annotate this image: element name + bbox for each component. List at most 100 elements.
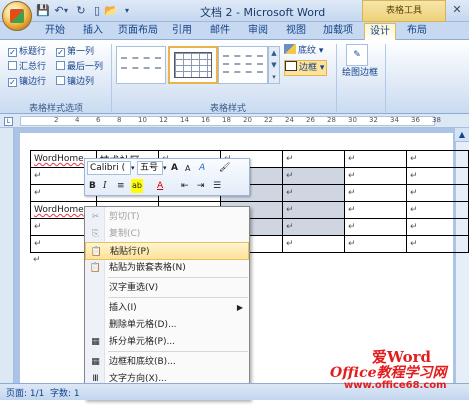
menu-item-label: 边框和底纹(B)... — [109, 357, 176, 367]
office-logo-icon — [10, 9, 24, 23]
undo-dropdown-icon[interactable]: ▾ — [62, 4, 70, 18]
table-cell[interactable]: ↵ — [343, 235, 407, 253]
menu-item-label: 插入(I) — [109, 303, 137, 313]
gallery-more-icon[interactable]: ▾ — [269, 71, 279, 83]
open-icon[interactable]: 📂 — [104, 4, 118, 18]
tab-design[interactable]: 设计 — [364, 23, 396, 40]
table-cell[interactable]: ↵ — [405, 218, 469, 236]
borders-button[interactable]: 边框 ▾ — [284, 60, 328, 76]
table-cell[interactable]: ↵ — [281, 218, 345, 236]
tab-layout[interactable]: 布局 — [400, 23, 434, 39]
table-cell[interactable]: ↵ — [343, 218, 407, 236]
draw-borders-label[interactable]: 绘图边框 — [340, 68, 380, 79]
table-cell[interactable]: ↵ — [405, 235, 469, 253]
office-button[interactable] — [2, 1, 32, 31]
menu-item-paste-rows[interactable]: 📋 粘贴行(P) — [85, 242, 249, 260]
bullets-icon[interactable]: ☰ — [213, 179, 221, 193]
shrink-font-icon[interactable]: A — [185, 162, 190, 176]
font-dropdown-icon[interactable]: ▾ — [131, 161, 135, 175]
shading-button[interactable]: 底纹 ▾ — [284, 44, 323, 58]
menu-item-delete-cells[interactable]: 删除单元格(D)... — [85, 316, 249, 334]
table-cell[interactable]: ↵ — [281, 167, 345, 185]
table-cell[interactable]: ↵ — [405, 167, 469, 185]
size-dropdown-icon[interactable]: ▾ — [163, 161, 167, 175]
tab-review[interactable]: 审阅 — [242, 23, 274, 39]
menu-separator — [108, 277, 248, 278]
watermark-url: www.office68.com — [344, 380, 447, 391]
bold-icon[interactable]: B — [89, 179, 96, 193]
menu-item-borders-shading[interactable]: ▦ 边框和底纹(B)... — [85, 353, 249, 371]
table-style-light[interactable] — [218, 46, 268, 84]
table-cell[interactable]: ↵ — [405, 184, 469, 202]
tab-addins[interactable]: 加载项 — [318, 23, 358, 39]
new-doc-icon[interactable]: ▯ — [90, 4, 104, 18]
format-painter-icon[interactable]: 🖌 — [219, 161, 230, 175]
group-divider — [111, 44, 112, 112]
table-style-grid[interactable] — [168, 46, 218, 84]
menu-item-reconvert[interactable]: 汉字重选(V) — [85, 279, 249, 297]
group-divider — [336, 44, 337, 112]
paste-icon: 📋 — [90, 247, 103, 257]
menu-item-cut[interactable]: ✂ 剪切(T) — [85, 208, 249, 226]
copy-icon: ⎘ — [91, 229, 100, 239]
borders-icon: ▦ — [91, 357, 100, 367]
table-cell[interactable]: ↵ — [343, 150, 407, 168]
ruler-number: 30 — [348, 116, 357, 124]
title-row-checkbox[interactable]: ✓ 标题行 — [8, 46, 46, 58]
tab-page-layout[interactable]: 页面布局 — [114, 23, 162, 39]
close-icon[interactable]: ✕ — [447, 2, 467, 18]
style-gallery-scroll[interactable]: ▲ ▼ ▾ — [268, 46, 280, 84]
total-row-checkbox[interactable]: 汇总行 — [8, 61, 46, 73]
menu-item-split-cells[interactable]: ▦ 拆分单元格(P)... — [85, 333, 249, 351]
ruler-number: 16 — [201, 116, 210, 124]
styles-icon[interactable]: A — [199, 161, 205, 175]
italic-icon[interactable]: I — [103, 179, 107, 193]
tab-selector-icon[interactable]: L — [4, 117, 13, 126]
table-style-plain[interactable] — [116, 46, 166, 84]
center-align-icon[interactable]: ≡ — [117, 179, 125, 193]
tab-references[interactable]: 引用 — [166, 23, 198, 39]
grow-font-icon[interactable]: A — [171, 161, 178, 175]
table-cell[interactable]: ↵ — [343, 201, 407, 219]
menu-item-paste-nested-table[interactable]: 📋 粘贴为嵌套表格(N) — [85, 259, 249, 277]
table-cell[interactable]: ↵ — [343, 184, 407, 202]
menu-item-label: 删除单元格(D)... — [109, 320, 177, 330]
redo-icon[interactable]: ↻ — [74, 4, 88, 18]
ruler-number: 20 — [243, 116, 252, 124]
table-cell[interactable]: ↵ — [405, 201, 469, 219]
highlight-icon[interactable]: ab — [131, 179, 143, 193]
font-size-field[interactable]: 五号 — [137, 161, 163, 175]
table-cell[interactable]: ↵ — [405, 150, 469, 168]
font-name-field[interactable]: Calibri ( — [87, 161, 131, 175]
decrease-indent-icon[interactable]: ⇤ — [181, 179, 189, 193]
vertical-ruler — [0, 128, 14, 383]
tab-view[interactable]: 视图 — [280, 23, 312, 39]
save-icon[interactable]: 💾 — [36, 4, 50, 18]
menu-item-insert[interactable]: 插入(I) ▶ — [85, 299, 249, 317]
tab-mailings[interactable]: 邮件 — [204, 23, 236, 39]
table-tools-label: 表格工具 — [362, 0, 446, 22]
tab-home[interactable]: 开始 — [38, 23, 72, 39]
table-cell[interactable]: ↵ — [281, 150, 345, 168]
font-color-icon[interactable]: A — [157, 179, 163, 193]
first-column-checkbox[interactable]: ✓ 第一列 — [56, 46, 94, 58]
scroll-down-icon[interactable]: ▼ — [269, 59, 279, 71]
scroll-up-icon[interactable]: ▲ — [269, 47, 279, 59]
qat-customize-icon[interactable]: ▾ — [120, 4, 134, 18]
mini-toolbar: Calibri ( ▾ 五号 ▾ A A A 🖌 B I ≡ ab A ⇤ ⇥ … — [84, 158, 250, 196]
table-cell[interactable]: ↵ — [281, 235, 345, 253]
tab-insert[interactable]: 插入 — [76, 23, 110, 39]
last-column-checkbox[interactable]: 最后一列 — [56, 61, 103, 73]
table-cell[interactable]: ↵ — [281, 201, 345, 219]
page-indicator[interactable]: 页面: 1/1 — [6, 386, 44, 399]
menu-item-copy[interactable]: ⎘ 复制(C) — [85, 225, 249, 243]
draw-borders-icon[interactable]: ✎ — [346, 44, 368, 66]
table-cell[interactable]: ↵ — [281, 184, 345, 202]
increase-indent-icon[interactable]: ⇥ — [197, 179, 205, 193]
word-count[interactable]: 字数: 1 — [50, 386, 80, 399]
scroll-up-icon[interactable]: ▲ — [455, 128, 469, 142]
ruler-number: 26 — [306, 116, 315, 124]
banded-columns-checkbox[interactable]: 镶边列 — [56, 76, 94, 88]
banded-rows-checkbox[interactable]: ✓ 镶边行 — [8, 76, 46, 88]
table-cell[interactable]: ↵ — [343, 167, 407, 185]
